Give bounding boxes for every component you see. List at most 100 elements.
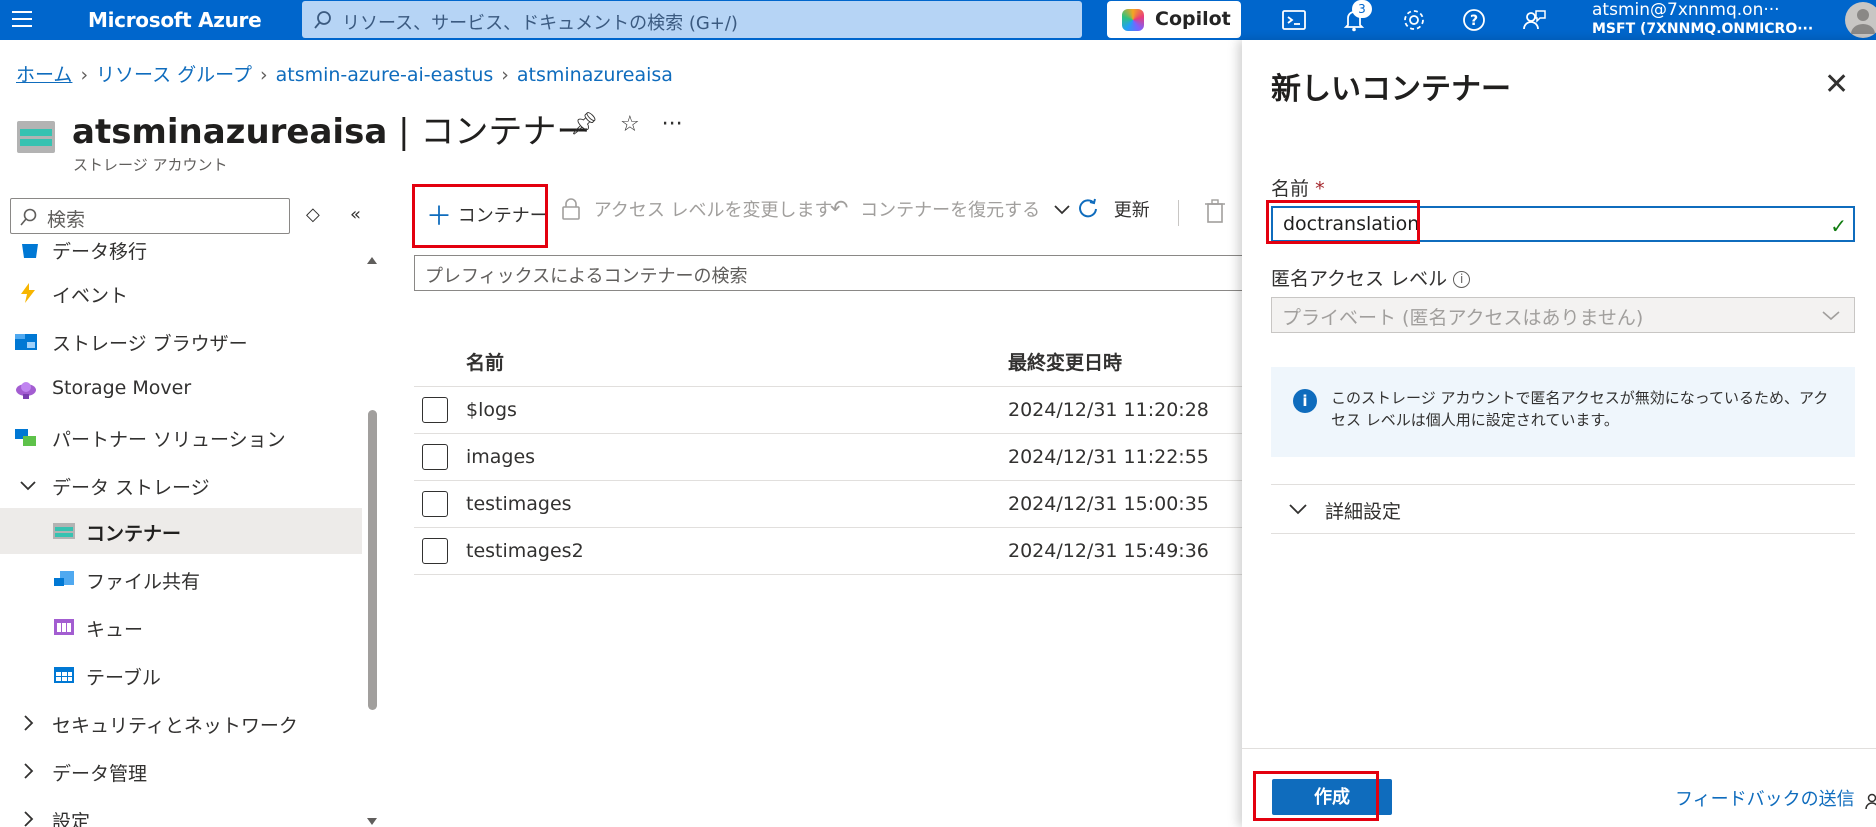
- close-icon[interactable]: ✕: [1824, 70, 1849, 100]
- change-access-level-button[interactable]: アクセス レベルを変更します: [560, 196, 833, 222]
- new-container-panel: 新しいコンテナー ✕ 名前 * doctranslation ✓ 匿名アクセス …: [1242, 40, 1876, 827]
- sidebar-search-input[interactable]: 検索: [10, 198, 290, 234]
- breadcrumb-resource-groups[interactable]: リソース グループ: [96, 64, 252, 86]
- prefix-search-input[interactable]: プレフィックスによるコンテナーの検索: [414, 255, 1244, 291]
- search-icon: [314, 11, 331, 29]
- checkmark-icon: ✓: [1830, 214, 1847, 238]
- panel-footer: 作成 フィードバックの送信: [1242, 748, 1876, 827]
- row-checkbox[interactable]: [422, 443, 448, 470]
- refresh-button[interactable]: 更新: [1076, 196, 1150, 222]
- container-name[interactable]: testimages2: [466, 527, 1008, 575]
- breadcrumb-resource-group[interactable]: atsmin-azure-ai-eastus: [276, 64, 494, 86]
- expand-collapse-icon[interactable]: ◇: [306, 204, 320, 225]
- sidebar-scroll-thumb[interactable]: [368, 410, 377, 710]
- top-bar: Microsoft Azure リソース、サービス、ドキュメントの検索 (G+/…: [0, 0, 1876, 40]
- title-actions: 📌︎ ☆ ···: [570, 112, 705, 137]
- pin-icon[interactable]: 📌︎: [570, 112, 598, 137]
- page-title: atsminazureaisa | コンテナー: [72, 112, 591, 152]
- chevron-down-icon: [1054, 205, 1070, 215]
- more-icon[interactable]: ···: [662, 112, 683, 137]
- sidebar-group-data-storage[interactable]: データ ストレージ: [0, 462, 362, 508]
- delete-icon[interactable]: [1204, 198, 1226, 224]
- svg-text:?: ?: [1470, 13, 1478, 29]
- container-modified: 2024/12/31 15:00:35: [1008, 480, 1244, 528]
- global-search-placeholder: リソース、サービス、ドキュメントの検索 (G+/): [342, 13, 738, 34]
- user-tenant: MSFT (7XNNMQ.ONMICRO···: [1592, 21, 1814, 37]
- access-level-select[interactable]: プライベート (匿名アクセスはありません): [1271, 297, 1855, 333]
- sidebar-item-partner-solutions[interactable]: パートナー ソリューション: [0, 414, 362, 460]
- row-checkbox[interactable]: [422, 490, 448, 517]
- table-row[interactable]: images 2024/12/31 11:22:55: [414, 433, 1244, 481]
- container-modified: 2024/12/31 15:49:36: [1008, 527, 1244, 575]
- sidebar-item-queues[interactable]: キュー: [0, 604, 362, 650]
- gear-icon[interactable]: [1400, 6, 1428, 34]
- table-row[interactable]: $logs 2024/12/31 11:20:28: [414, 386, 1244, 434]
- sidebar-search-placeholder: 検索: [47, 209, 86, 231]
- chevron-right-icon: [24, 715, 34, 731]
- breadcrumb-storage-account[interactable]: atsminazureaisa: [517, 64, 673, 86]
- info-text: このストレージ アカウントで匿名アクセスが無効になっているため、アクセス レベル…: [1331, 389, 1829, 429]
- container-icon: [53, 523, 75, 539]
- avatar[interactable]: [1843, 0, 1876, 40]
- copilot-button[interactable]: Copilot: [1107, 1, 1241, 38]
- account-info[interactable]: atsmin@7xnnmq.on··· MSFT (7XNNMQ.ONMICRO…: [1592, 0, 1832, 38]
- chevron-down-icon: [20, 481, 36, 491]
- feedback-person-icon[interactable]: [1520, 6, 1548, 34]
- star-icon[interactable]: ☆: [620, 112, 640, 137]
- column-header-modified[interactable]: 最終変更日時: [1008, 338, 1244, 387]
- send-feedback-link[interactable]: フィードバックの送信: [1675, 785, 1876, 811]
- search-icon: [20, 208, 37, 226]
- queue-icon: [54, 619, 74, 635]
- info-icon[interactable]: i: [1453, 271, 1471, 288]
- container-name[interactable]: images: [466, 433, 1008, 481]
- scroll-up-icon[interactable]: [366, 255, 378, 265]
- sidebar-item-storage-mover[interactable]: Storage Mover: [0, 366, 362, 412]
- breadcrumb: ホーム › リソース グループ › atsmin-azure-ai-eastus › ats…: [16, 60, 673, 87]
- refresh-icon: [1079, 198, 1097, 218]
- menu-icon[interactable]: [8, 6, 36, 34]
- sidebar-item-storage-browser[interactable]: ストレージ ブラウザー: [0, 318, 362, 364]
- breadcrumb-home[interactable]: ホーム: [16, 64, 72, 86]
- file-share-icon: [54, 571, 74, 586]
- sidebar-item-file-shares[interactable]: ファイル共有: [0, 556, 362, 602]
- scroll-down-icon[interactable]: [366, 817, 378, 827]
- table-row[interactable]: testimages 2024/12/31 15:00:35: [414, 480, 1244, 528]
- chevron-down-icon: [1822, 311, 1840, 321]
- container-name[interactable]: testimages: [466, 480, 1008, 528]
- sidebar-item-events[interactable]: イベント: [0, 270, 362, 316]
- table-row[interactable]: testimages2 2024/12/31 15:49:36: [414, 527, 1244, 575]
- access-level-label: 匿名アクセス レベル i: [1271, 264, 1471, 291]
- data-migration-icon: [22, 244, 38, 258]
- container-modified: 2024/12/31 11:22:55: [1008, 433, 1244, 481]
- column-header-name[interactable]: 名前: [466, 338, 1008, 387]
- container-name[interactable]: $logs: [466, 386, 1008, 434]
- container-modified: 2024/12/31 11:20:28: [1008, 386, 1244, 434]
- sidebar-group-settings[interactable]: 設定: [0, 796, 362, 827]
- row-checkbox[interactable]: [422, 396, 448, 423]
- undo-icon: ↶: [830, 196, 849, 222]
- panel-title: 新しいコンテナー: [1271, 72, 1511, 107]
- collapse-sidebar-icon[interactable]: «: [350, 204, 361, 225]
- advanced-settings-label: 詳細設定: [1325, 501, 1402, 523]
- sidebar-item-data-migration[interactable]: データ移行: [0, 238, 362, 272]
- advanced-settings-toggle[interactable]: 詳細設定: [1271, 484, 1855, 534]
- sidebar-group-data-management[interactable]: データ管理: [0, 748, 362, 794]
- info-message: i このストレージ アカウントで匿名アクセスが無効になっているため、アクセス レ…: [1271, 367, 1855, 457]
- chevron-right-icon: ›: [260, 64, 268, 86]
- sidebar-item-containers[interactable]: コンテナー: [0, 508, 362, 554]
- required-mark: *: [1315, 178, 1325, 200]
- row-checkbox[interactable]: [422, 537, 448, 564]
- lightning-icon: [21, 283, 35, 303]
- cloud-shell-icon[interactable]: [1280, 6, 1308, 34]
- table-header-row: 名前 最終変更日時: [414, 338, 1244, 387]
- restore-container-button[interactable]: ↶ コンテナーを復元する: [830, 196, 1072, 222]
- global-search-input[interactable]: リソース、サービス、ドキュメントの検索 (G+/): [302, 1, 1082, 38]
- chevron-down-icon: [1289, 504, 1307, 515]
- sidebar-group-security-networking[interactable]: セキュリティとネットワーク: [0, 700, 362, 746]
- page-subtitle: ストレージ アカウント: [73, 156, 228, 174]
- sidebar-item-tables[interactable]: テーブル: [0, 652, 362, 698]
- brand-title[interactable]: Microsoft Azure: [88, 8, 262, 32]
- user-email: atsmin@7xnnmq.on···: [1592, 0, 1780, 20]
- help-icon[interactable]: ?: [1460, 6, 1488, 34]
- storage-browser-icon: [15, 334, 37, 350]
